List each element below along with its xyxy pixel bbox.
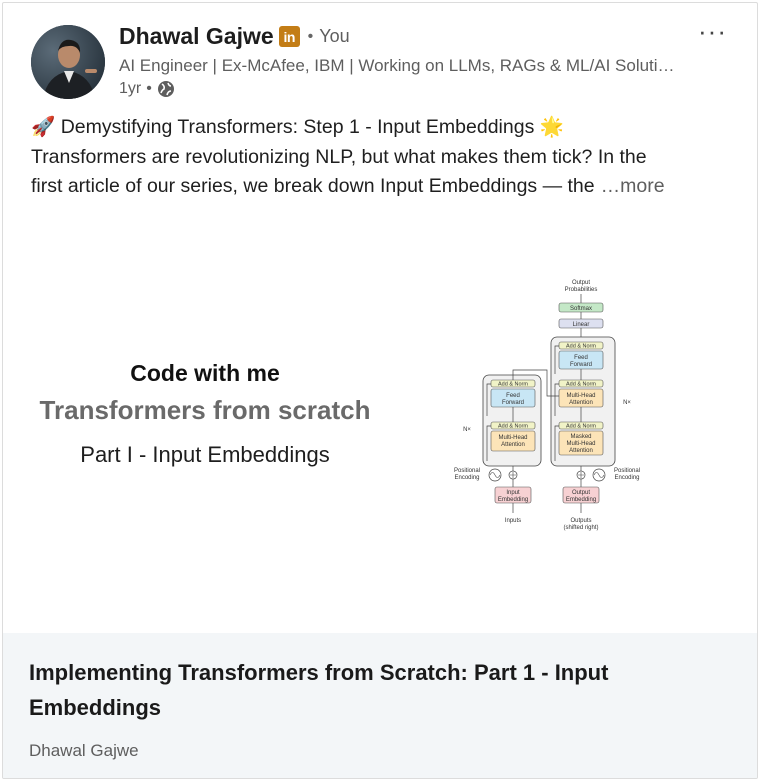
diagram-label: Feed (506, 393, 520, 399)
diagram-label: Inputs (505, 518, 521, 524)
encoder-stack (482, 374, 542, 467)
article-author: Dhawal Gajwe (29, 741, 139, 760)
diagram-label: Positional (614, 468, 640, 474)
diagram-label: N× (463, 427, 471, 433)
article-title: Implementing Transformers from Scratch: … (29, 660, 609, 720)
diagram-label: Embedding (498, 497, 528, 503)
diagram-label: Multi-Head (566, 441, 595, 447)
image-subtitle: Transformers from scratch (39, 395, 371, 425)
diagram-label: Forward (570, 362, 592, 368)
diagram-label: Attention (569, 448, 593, 454)
image-title: Code with me (130, 360, 280, 386)
post-text-line: 🚀 Demystifying Transformers: Step 1 - In… (31, 116, 565, 138)
diagram-label: Multi-Head (566, 393, 595, 399)
post-time: 1yr (119, 80, 142, 97)
diagram-label: Multi-Head (498, 435, 527, 441)
diagram-label: Attention (501, 442, 525, 448)
diagram-label: Positional (454, 468, 480, 474)
post-meta: 1yr • (119, 80, 697, 98)
diagram-label: N× (623, 400, 631, 406)
post-text: 🚀 Demystifying Transformers: Step 1 - In… (31, 113, 736, 202)
separator-dot: • (146, 80, 152, 97)
post-text-line: Transformers are revolutionizing NLP, bu… (31, 145, 647, 168)
see-more-link[interactable]: …more (601, 175, 665, 197)
separator-dot: • (307, 27, 314, 45)
author-info: Dhawal Gajwe in • You AI Engineer | Ex-M… (119, 23, 697, 98)
diagram-label: Attention (569, 400, 593, 406)
author-headline: AI Engineer | Ex-McAfee, IBM | Working o… (119, 56, 679, 75)
diagram-label: Feed (574, 355, 588, 361)
diagram-label: Probabilities (565, 287, 598, 293)
diagram-label: (shifted right) (563, 525, 598, 531)
diagram-label: Softmax (570, 306, 592, 312)
diagram-label: Input (506, 490, 520, 496)
post-text-line: first article of our series, we break do… (31, 172, 736, 202)
globe-icon (157, 81, 174, 97)
post-text-fragment: first article of our series, we break do… (31, 175, 595, 197)
image-part-label: Part I - Input Embeddings (80, 442, 330, 467)
author-relation: You (319, 26, 350, 46)
avatar-photo (31, 25, 105, 99)
diagram-label: Add & Norm (498, 424, 528, 430)
diagram-label: Encoding (614, 475, 639, 481)
author-avatar[interactable] (31, 25, 105, 99)
diagram-label: Add & Norm (566, 382, 596, 388)
diagram-label: Embedding (566, 497, 596, 503)
diagram-label: Add & Norm (566, 344, 596, 350)
diagram-label: Encoding (454, 475, 479, 481)
more-options-button[interactable]: ··· (698, 18, 727, 44)
linkedin-badge-icon: in (278, 26, 300, 47)
diagram-label: Masked (570, 434, 591, 440)
diagram-label: Forward (502, 400, 524, 406)
transformer-diagram: Output Probabilities Softmax Linear N× A… (454, 280, 640, 531)
diagram-label: Linear (573, 322, 590, 328)
article-image[interactable]: Code with me Transformers from scratch P… (3, 218, 757, 633)
diagram-label: Add & Norm (566, 424, 596, 430)
diagram-label: Outputs (570, 518, 591, 524)
article-link[interactable]: Implementing Transformers from Scratch: … (3, 633, 757, 778)
post-card: Dhawal Gajwe in • You AI Engineer | Ex-M… (2, 2, 758, 779)
diagram-label: Add & Norm (498, 382, 528, 388)
author-name-row: Dhawal Gajwe in • You (119, 23, 697, 50)
diagram-label: Output (572, 280, 590, 286)
author-name[interactable]: Dhawal Gajwe (119, 23, 274, 50)
diagram-label: Output (572, 490, 590, 496)
